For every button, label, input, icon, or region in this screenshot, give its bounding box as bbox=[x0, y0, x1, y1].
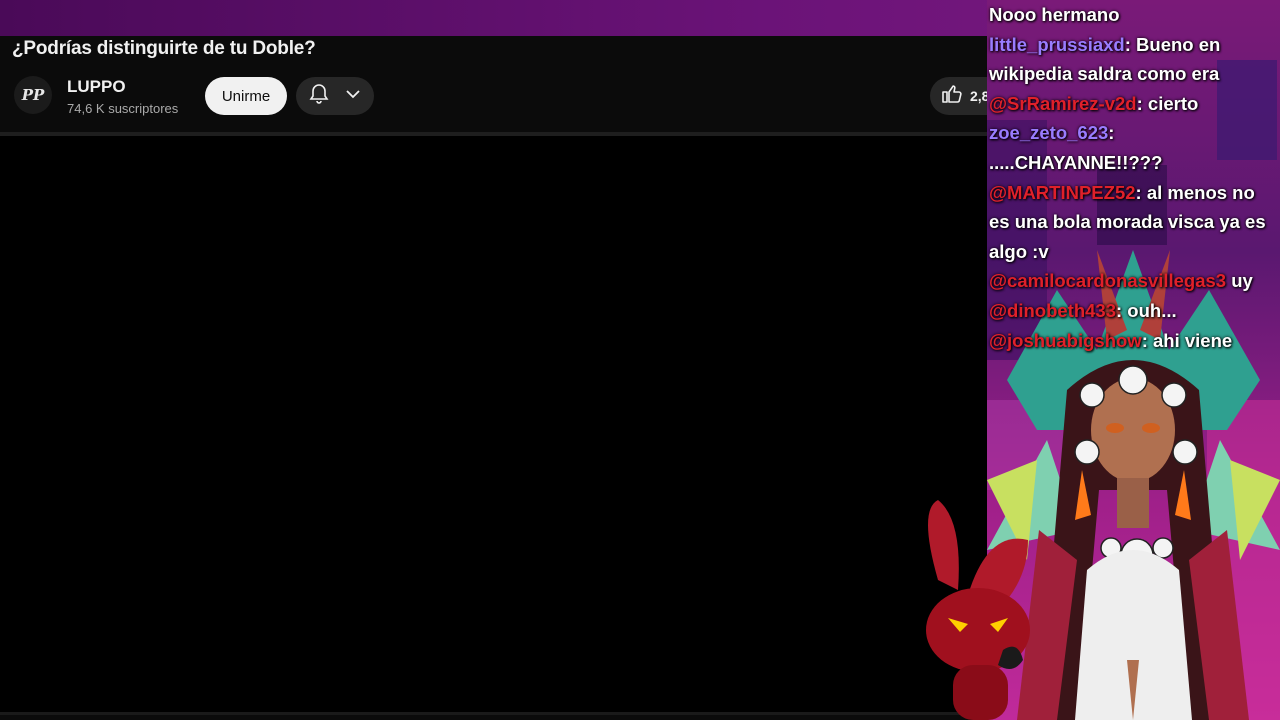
chat-message-text: ahi viene bbox=[1147, 329, 1233, 351]
chat-message: @joshuabigshow: ahi viene bbox=[989, 326, 1279, 356]
like-count: 2,8 bbox=[970, 88, 987, 104]
notification-button[interactable] bbox=[296, 77, 374, 115]
chat-message-text: uy bbox=[1226, 270, 1253, 292]
chat-message-text: ouh... bbox=[1122, 299, 1177, 321]
chat-message: @MARTINPEZ52: al menos no es una bola mo… bbox=[989, 178, 1279, 267]
chat-username[interactable]: @joshuabigshow bbox=[989, 330, 1142, 351]
chat-username[interactable]: @MARTINPEZ52 bbox=[989, 182, 1136, 203]
chat-message: Nooo hermano bbox=[989, 0, 1279, 30]
video-player[interactable] bbox=[0, 136, 987, 714]
progress-bar-track[interactable] bbox=[0, 712, 987, 715]
chat-username[interactable]: little_prussiaxd bbox=[989, 34, 1125, 55]
chat-message: @dinobeth433: ouh... bbox=[989, 296, 1279, 326]
channel-avatar[interactable]: PP bbox=[14, 76, 52, 114]
channel-name[interactable]: LUPPO bbox=[67, 77, 126, 97]
chat-username[interactable]: @camilocardonasvillegas3 bbox=[989, 270, 1226, 291]
bunny-mascot-image bbox=[926, 500, 1030, 720]
chat-username[interactable]: @dinobeth433 bbox=[989, 300, 1116, 321]
video-title: ¿Podrías distinguirte de tu Doble? bbox=[12, 38, 316, 59]
chat-message: @SrRamirez-v2d: cierto bbox=[989, 89, 1279, 119]
chat-message: zoe_zeto_623: .....CHAYANNE!!??? bbox=[989, 118, 1279, 177]
chat-separator: : bbox=[1108, 122, 1115, 144]
chat-message-text: .....CHAYANNE!!??? bbox=[989, 151, 1163, 173]
subscriber-count: 74,6 K suscriptores bbox=[67, 101, 179, 116]
join-button[interactable]: Unirme bbox=[205, 77, 287, 115]
bell-icon bbox=[307, 82, 331, 111]
chat-overlay: Nooo hermano little_prussiaxd: Bueno en … bbox=[989, 0, 1279, 355]
chat-username[interactable]: @SrRamirez-v2d bbox=[989, 93, 1137, 114]
chat-message-text: Nooo hermano bbox=[989, 4, 1120, 25]
chat-username[interactable]: zoe_zeto_623 bbox=[989, 122, 1108, 143]
chat-message: little_prussiaxd: Bueno en wikipedia sal… bbox=[989, 30, 1279, 89]
channel-avatar-text: PP bbox=[21, 86, 45, 104]
chevron-down-icon bbox=[343, 84, 363, 109]
like-button[interactable]: 2,8 bbox=[930, 77, 987, 115]
thumbs-up-icon bbox=[940, 82, 964, 111]
chat-message: @camilocardonasvillegas3 uy bbox=[989, 266, 1279, 296]
chat-message-text: cierto bbox=[1142, 92, 1199, 114]
